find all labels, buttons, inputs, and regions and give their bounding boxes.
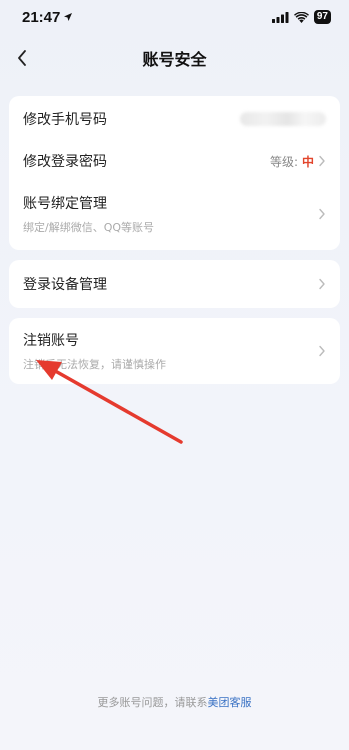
chevron-right-icon — [319, 155, 325, 167]
location-arrow-icon — [64, 13, 73, 21]
chevron-left-icon — [18, 50, 26, 66]
account-settings-card: 修改手机号码 修改登录密码 等级: 中 账号绑定管理 绑定/解绑微信、QQ等账号 — [9, 96, 340, 250]
footer-help: 更多账号问题，请联系美团客服 — [0, 694, 349, 710]
account-binding-label: 账号绑定管理 — [23, 196, 107, 212]
deactivate-account-label: 注销账号 — [23, 333, 79, 349]
password-level: 等级: 中 — [270, 153, 326, 170]
account-binding-subtitle: 绑定/解绑微信、QQ等账号 — [23, 221, 155, 234]
change-phone-label: 修改手机号码 — [23, 112, 107, 128]
deactivate-account-card: 注销账号 注销后无法恢复，请谨慎操作 — [9, 318, 340, 384]
deactivate-account-text: 注销账号 注销后无法恢复，请谨慎操作 — [23, 330, 166, 372]
chevron-right-icon — [319, 345, 325, 357]
change-password-row[interactable]: 修改登录密码 等级: 中 — [9, 146, 340, 176]
password-level-value: 中 — [301, 154, 314, 169]
status-icons: 97 — [271, 10, 331, 24]
deactivate-account-row[interactable]: 注销账号 注销后无法恢复，请谨慎操作 — [9, 318, 340, 384]
battery-indicator: 97 — [313, 10, 331, 24]
status-bar: 21:47 97 — [0, 0, 349, 34]
footer-text: 更多账号问题，请联系 — [97, 696, 208, 709]
cellular-signal-icon — [271, 11, 289, 23]
change-password-label: 修改登录密码 — [23, 154, 107, 170]
customer-service-link[interactable]: 美团客服 — [208, 696, 252, 709]
device-management-label: 登录设备管理 — [23, 277, 107, 293]
wifi-icon — [293, 11, 309, 23]
chevron-right-icon — [319, 278, 325, 290]
navigation-bar: 账号安全 — [0, 40, 349, 76]
phone-value — [240, 112, 326, 126]
deactivate-account-subtitle: 注销后无法恢复，请谨慎操作 — [23, 358, 166, 371]
status-time: 21:47 — [22, 9, 73, 26]
device-management-card: 登录设备管理 — [9, 260, 340, 308]
device-management-row[interactable]: 登录设备管理 — [9, 260, 340, 308]
password-level-label: 等级: — [269, 154, 298, 169]
chevron-right-icon — [319, 208, 325, 220]
account-binding-row[interactable]: 账号绑定管理 绑定/解绑微信、QQ等账号 — [9, 190, 340, 238]
clock-text: 21:47 — [22, 8, 61, 26]
page-title: 账号安全 — [142, 50, 207, 69]
masked-phone-number — [240, 112, 326, 126]
change-phone-row[interactable]: 修改手机号码 — [9, 104, 340, 134]
account-binding-text: 账号绑定管理 绑定/解绑微信、QQ等账号 — [23, 193, 154, 235]
back-button[interactable] — [8, 44, 36, 72]
